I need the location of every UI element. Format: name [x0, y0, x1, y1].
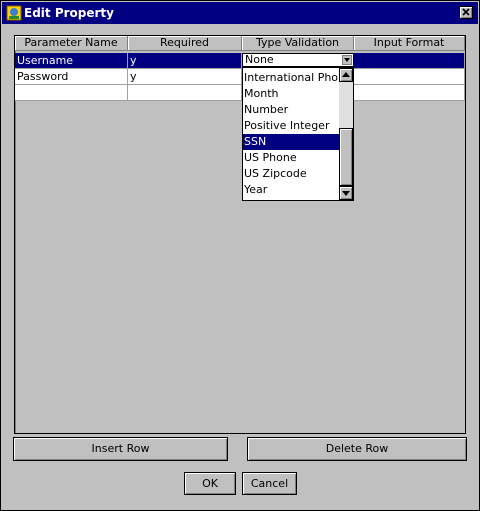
column-header-parameter-name[interactable]: Parameter Name	[15, 36, 128, 51]
cell-parameter-name[interactable]: Username	[15, 53, 128, 69]
cell-input-format[interactable]	[354, 69, 465, 85]
cancel-button[interactable]: Cancel	[242, 472, 297, 495]
list-item[interactable]: Month	[243, 86, 339, 102]
list-item[interactable]: Number	[243, 102, 339, 118]
ok-button[interactable]: OK	[184, 472, 236, 495]
insert-row-button[interactable]: Insert Row	[13, 437, 228, 461]
edit-property-dialog: Edit Property Parameter Name Required Ty…	[0, 0, 480, 511]
list-item[interactable]: US Phone	[243, 150, 339, 166]
arrow-down-icon	[342, 191, 350, 196]
scroll-down-button[interactable]	[339, 186, 353, 200]
cell-required[interactable]	[128, 85, 242, 101]
dropdown-scrollbar[interactable]	[339, 68, 353, 200]
cell-required[interactable]: y	[128, 53, 242, 69]
table-row[interactable]: Password y	[15, 69, 465, 85]
cell-input-format[interactable]	[354, 53, 465, 69]
chevron-down-icon	[344, 58, 350, 62]
close-button[interactable]	[459, 6, 473, 19]
property-table[interactable]: Parameter Name Required Type Validation …	[14, 35, 466, 434]
list-item[interactable]: US Zipcode	[243, 166, 339, 182]
delete-row-button[interactable]: Delete Row	[247, 437, 467, 461]
scrollbar-thumb[interactable]	[339, 128, 353, 186]
cell-parameter-name[interactable]	[15, 85, 128, 101]
table-row[interactable]	[15, 85, 465, 101]
combo-dropdown-arrow[interactable]	[342, 55, 352, 65]
arrow-up-icon	[342, 72, 350, 77]
combo-value: None	[245, 53, 274, 66]
close-icon	[462, 8, 470, 16]
title-bar[interactable]: Edit Property	[2, 2, 478, 24]
cell-input-format[interactable]	[354, 85, 465, 101]
list-item[interactable]: Positive Integer	[243, 118, 339, 134]
app-icon	[6, 5, 22, 21]
cell-parameter-name[interactable]: Password	[15, 69, 128, 85]
table-row[interactable]: Username y	[15, 53, 465, 69]
column-header-input-format[interactable]: Input Format	[354, 36, 465, 51]
window-title: Edit Property	[24, 6, 114, 20]
list-item[interactable]: Year	[243, 182, 339, 198]
type-validation-list[interactable]: International Phone Month Number Positiv…	[242, 67, 354, 201]
column-header-required[interactable]: Required	[128, 36, 242, 51]
list-item[interactable]: International Phone	[243, 70, 352, 86]
cell-required[interactable]: y	[128, 69, 242, 85]
scroll-up-button[interactable]	[339, 68, 353, 82]
column-header-type-validation[interactable]: Type Validation	[242, 36, 354, 51]
list-item-selected[interactable]: SSN	[243, 134, 339, 150]
type-validation-combo[interactable]: None	[242, 53, 354, 67]
